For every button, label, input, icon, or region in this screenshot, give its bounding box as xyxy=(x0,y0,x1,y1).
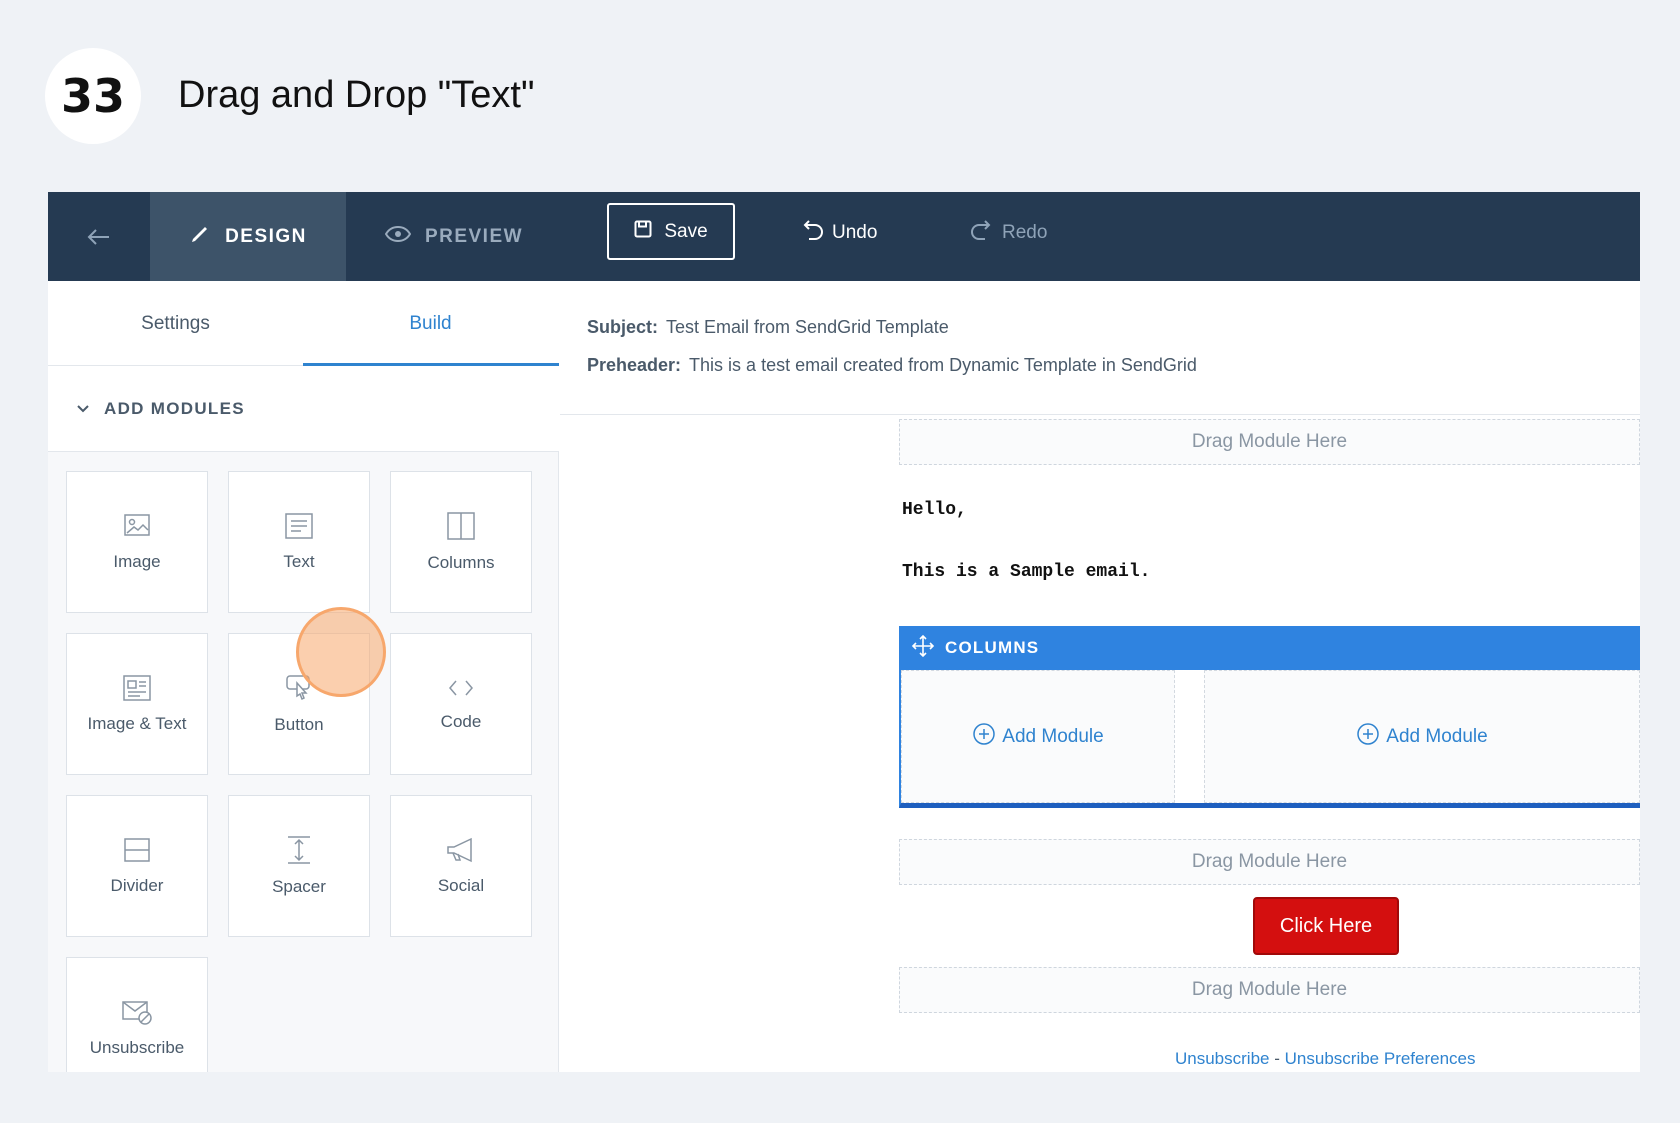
back-button[interactable] xyxy=(48,192,150,281)
footer-separator: - xyxy=(1274,1049,1280,1068)
module-label: Unsubscribe xyxy=(89,1038,185,1057)
unsubscribe-link[interactable]: Unsubscribe xyxy=(1175,1049,1270,1068)
divider-icon xyxy=(122,836,152,864)
module-label: Image xyxy=(113,552,161,571)
greeting-text[interactable]: Hello, xyxy=(902,500,967,520)
sidebar-tabs: Settings Build xyxy=(48,281,559,366)
preheader-label: Preheader: xyxy=(587,355,682,375)
module-label: Image & Text xyxy=(87,714,187,733)
preheader-value: This is a test email created from Dynami… xyxy=(689,355,1197,375)
drop-zone[interactable]: Drag Module Here xyxy=(899,419,1640,465)
module-label: Columns xyxy=(427,553,495,572)
tab-design[interactable]: DESIGN xyxy=(150,192,346,281)
columns-module-body: Add Module Add Module xyxy=(899,670,1640,808)
undo-icon xyxy=(800,219,824,247)
plus-circle-icon xyxy=(972,722,996,752)
sendgrid-editor: DESIGN PREVIEW Save Undo Redo Settings B… xyxy=(48,192,1640,1072)
step-number: 33 xyxy=(60,69,125,123)
sidebar: Settings Build ADD MODULES Image Text Co… xyxy=(48,281,559,1072)
drop-zone[interactable]: Drag Module Here xyxy=(899,839,1640,885)
add-module-left[interactable]: Add Module xyxy=(901,670,1175,803)
module-label: Spacer xyxy=(272,877,326,896)
tab-build[interactable]: Build xyxy=(303,281,558,366)
brush-icon xyxy=(189,223,211,251)
module-label: Text xyxy=(283,552,315,571)
preview-label: PREVIEW xyxy=(424,225,524,247)
columns-module-header[interactable]: COLUMNS xyxy=(899,626,1640,670)
add-module-label: Add Module xyxy=(1002,725,1104,747)
drag-highlight-marker xyxy=(296,607,386,697)
module-text[interactable]: Text xyxy=(228,471,370,613)
save-button[interactable]: Save xyxy=(607,203,735,260)
subject-row[interactable]: Subject: Test Email from SendGrid Templat… xyxy=(587,317,949,338)
module-label: Divider xyxy=(110,876,164,895)
tab-preview[interactable]: PREVIEW xyxy=(346,192,562,281)
undo-label: Undo xyxy=(832,222,878,243)
footer-links: Unsubscribe - Unsubscribe Preferences xyxy=(1175,1049,1476,1069)
plus-circle-icon xyxy=(1356,722,1380,752)
module-image-text[interactable]: Image & Text xyxy=(66,633,208,775)
add-module-right[interactable]: Add Module xyxy=(1204,670,1640,803)
redo-label: Redo xyxy=(1002,222,1048,243)
step-title: Drag and Drop "Text" xyxy=(178,74,535,116)
body-text[interactable]: This is a Sample email. xyxy=(902,562,1150,582)
code-icon xyxy=(446,676,476,700)
module-social[interactable]: Social xyxy=(390,795,532,937)
image-text-icon xyxy=(122,674,152,702)
drop-zone[interactable]: Drag Module Here xyxy=(899,967,1640,1013)
email-content-area: Subject: Test Email from SendGrid Templat… xyxy=(560,281,1640,1072)
image-icon xyxy=(122,512,152,540)
unsubscribe-icon xyxy=(121,998,153,1026)
module-label: Code xyxy=(440,712,482,731)
module-code[interactable]: Code xyxy=(390,633,532,775)
megaphone-icon xyxy=(445,836,477,864)
eye-icon xyxy=(384,225,412,249)
unsubscribe-preferences-link[interactable]: Unsubscribe Preferences xyxy=(1285,1049,1476,1068)
module-label: Social xyxy=(437,876,485,895)
arrow-left-icon xyxy=(87,220,111,254)
email-canvas: Drag Module Here Hello, This is a Sample… xyxy=(560,416,1640,1072)
add-module-label: Add Module xyxy=(1386,725,1488,747)
columns-label: COLUMNS xyxy=(945,638,1040,657)
add-modules-toggle[interactable]: ADD MODULES xyxy=(48,366,559,452)
save-icon xyxy=(634,220,652,244)
module-label: Button xyxy=(274,715,324,734)
spacer-icon xyxy=(284,835,314,865)
module-image[interactable]: Image xyxy=(66,471,208,613)
preheader-row[interactable]: Preheader: This is a test email created f… xyxy=(587,355,1197,376)
redo-icon xyxy=(970,219,994,247)
module-columns[interactable]: Columns xyxy=(390,471,532,613)
columns-icon xyxy=(446,511,476,541)
module-unsubscribe[interactable]: Unsubscribe xyxy=(66,957,208,1072)
subject-label: Subject: xyxy=(587,317,659,337)
tab-settings[interactable]: Settings xyxy=(48,281,303,366)
editor-toolbar: DESIGN PREVIEW Save Undo Redo xyxy=(48,192,1640,281)
design-label: DESIGN xyxy=(225,225,307,247)
subject-value: Test Email from SendGrid Template xyxy=(666,317,949,337)
redo-button[interactable]: Redo xyxy=(970,213,1047,253)
text-icon xyxy=(284,512,314,540)
move-icon xyxy=(911,634,935,663)
module-divider[interactable]: Divider xyxy=(66,795,208,937)
click-here-button[interactable]: Click Here xyxy=(1253,897,1399,955)
module-spacer[interactable]: Spacer xyxy=(228,795,370,937)
email-meta: Subject: Test Email from SendGrid Templat… xyxy=(560,281,1640,415)
chevron-down-icon xyxy=(76,399,90,419)
undo-button[interactable]: Undo xyxy=(800,213,877,253)
step-number-badge: 33 xyxy=(45,48,141,144)
add-modules-title: ADD MODULES xyxy=(104,398,245,418)
save-label: Save xyxy=(664,220,708,242)
